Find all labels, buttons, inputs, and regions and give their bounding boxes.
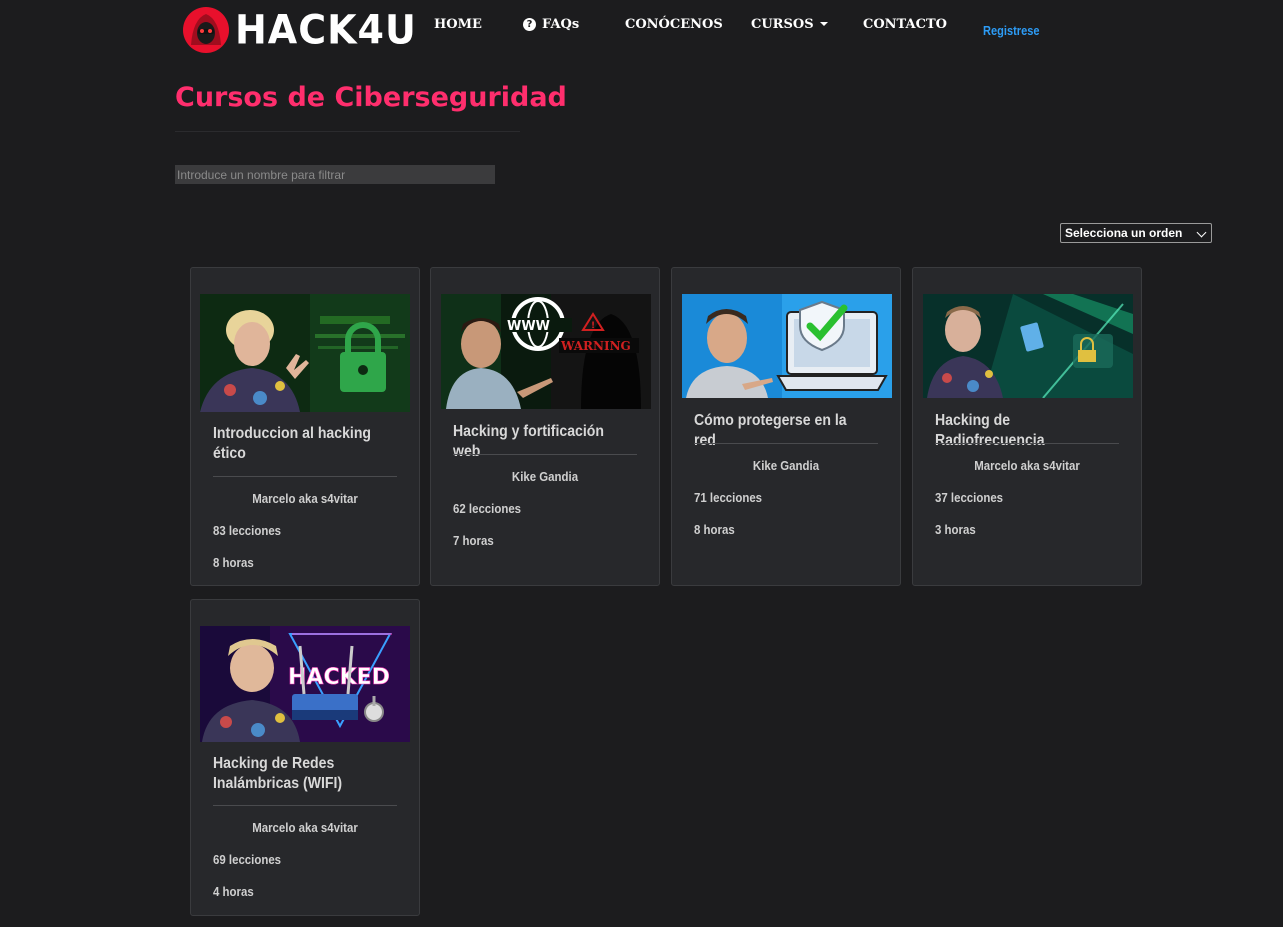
course-card-intro-hacking[interactable]: Introduccion al hacking ético Marcelo ak… [190, 267, 420, 586]
course-hours: 4 horas [213, 884, 254, 899]
course-author: Kike Gandia [752, 458, 820, 473]
order-select[interactable]: Selecciona un orden [1060, 223, 1212, 243]
question-icon: ? [523, 18, 536, 31]
page-title: Cursos de Ciberseguridad [175, 82, 567, 113]
course-lessons: 71 lecciones [694, 490, 763, 505]
nav-faqs[interactable]: ? FAQs [523, 17, 579, 32]
course-author: Kike Gandia [511, 469, 579, 484]
course-title: Hacking de Redes Inalámbricas (WIFI) [213, 755, 343, 792]
nav-conocenos[interactable]: CONÓCENOS [625, 17, 723, 32]
course-thumbnail [923, 294, 1133, 398]
card-divider [935, 443, 1119, 444]
course-card-wifi-hacking[interactable]: HACKED Hacking de Redes Inalámbricas (WI… [190, 599, 420, 916]
course-lessons: 62 lecciones [453, 501, 522, 516]
course-author: Marcelo aka s4vitar [252, 820, 358, 835]
nav-contacto[interactable]: CONTACTO [863, 17, 947, 32]
course-thumbnail: HACKED [200, 626, 410, 742]
course-hours: 3 horas [935, 522, 976, 537]
course-lessons: 83 lecciones [213, 523, 282, 538]
hacker-logo-icon [183, 7, 229, 53]
card-divider [453, 454, 637, 455]
course-card-radiofrequency[interactable]: Hacking de Radiofrecuencia Marcelo aka s… [912, 267, 1142, 586]
course-card-protect-network[interactable]: Cómo protegerse en la red Kike Gandia 71… [671, 267, 901, 586]
course-card-web-hacking[interactable]: WWW ! WARNING Hacking y fortificación we… [430, 267, 660, 586]
course-thumbnail: WWW ! WARNING [441, 294, 651, 409]
course-thumbnail [200, 294, 410, 412]
nav-cursos-dropdown[interactable]: CURSOS [751, 17, 828, 32]
card-divider [213, 805, 397, 806]
course-title: Cómo protegerse en la red [694, 412, 847, 449]
chevron-down-icon [1196, 227, 1207, 238]
course-title: Hacking y fortificación web [453, 423, 605, 460]
course-hours: 8 horas [694, 522, 735, 537]
top-navbar: HACK4U HOME ? FAQs CONÓCENOS CURSOS CONTA… [0, 0, 1283, 60]
course-lessons: 69 lecciones [213, 852, 282, 867]
thumb-www-text: WWW [507, 319, 550, 334]
nav-home[interactable]: HOME [434, 17, 482, 32]
logo[interactable]: HACK4U [181, 5, 417, 55]
title-divider [175, 131, 520, 132]
order-select-value: Selecciona un orden [1065, 226, 1183, 240]
course-title: Introduccion al hacking ético [213, 425, 372, 462]
card-divider [213, 476, 397, 477]
nav-cursos-label: CURSOS [751, 17, 814, 32]
card-divider [694, 443, 878, 444]
course-author: Marcelo aka s4vitar [252, 491, 358, 506]
course-title: Hacking de Radiofrecuencia [935, 412, 1045, 449]
course-lessons: 37 lecciones [935, 490, 1004, 505]
nav-faqs-label: FAQs [542, 17, 580, 32]
course-author: Marcelo aka s4vitar [974, 458, 1080, 473]
course-thumbnail [682, 294, 892, 398]
svg-text:!: ! [591, 321, 595, 331]
filter-input[interactable] [175, 165, 495, 184]
logo-text: HACK4U [235, 6, 417, 54]
caret-down-icon [819, 22, 828, 26]
thumb-warning-text: WARNING [560, 339, 631, 353]
course-hours: 7 horas [453, 533, 494, 548]
course-hours: 8 horas [213, 555, 254, 570]
register-link[interactable]: Registrese [983, 23, 1040, 38]
